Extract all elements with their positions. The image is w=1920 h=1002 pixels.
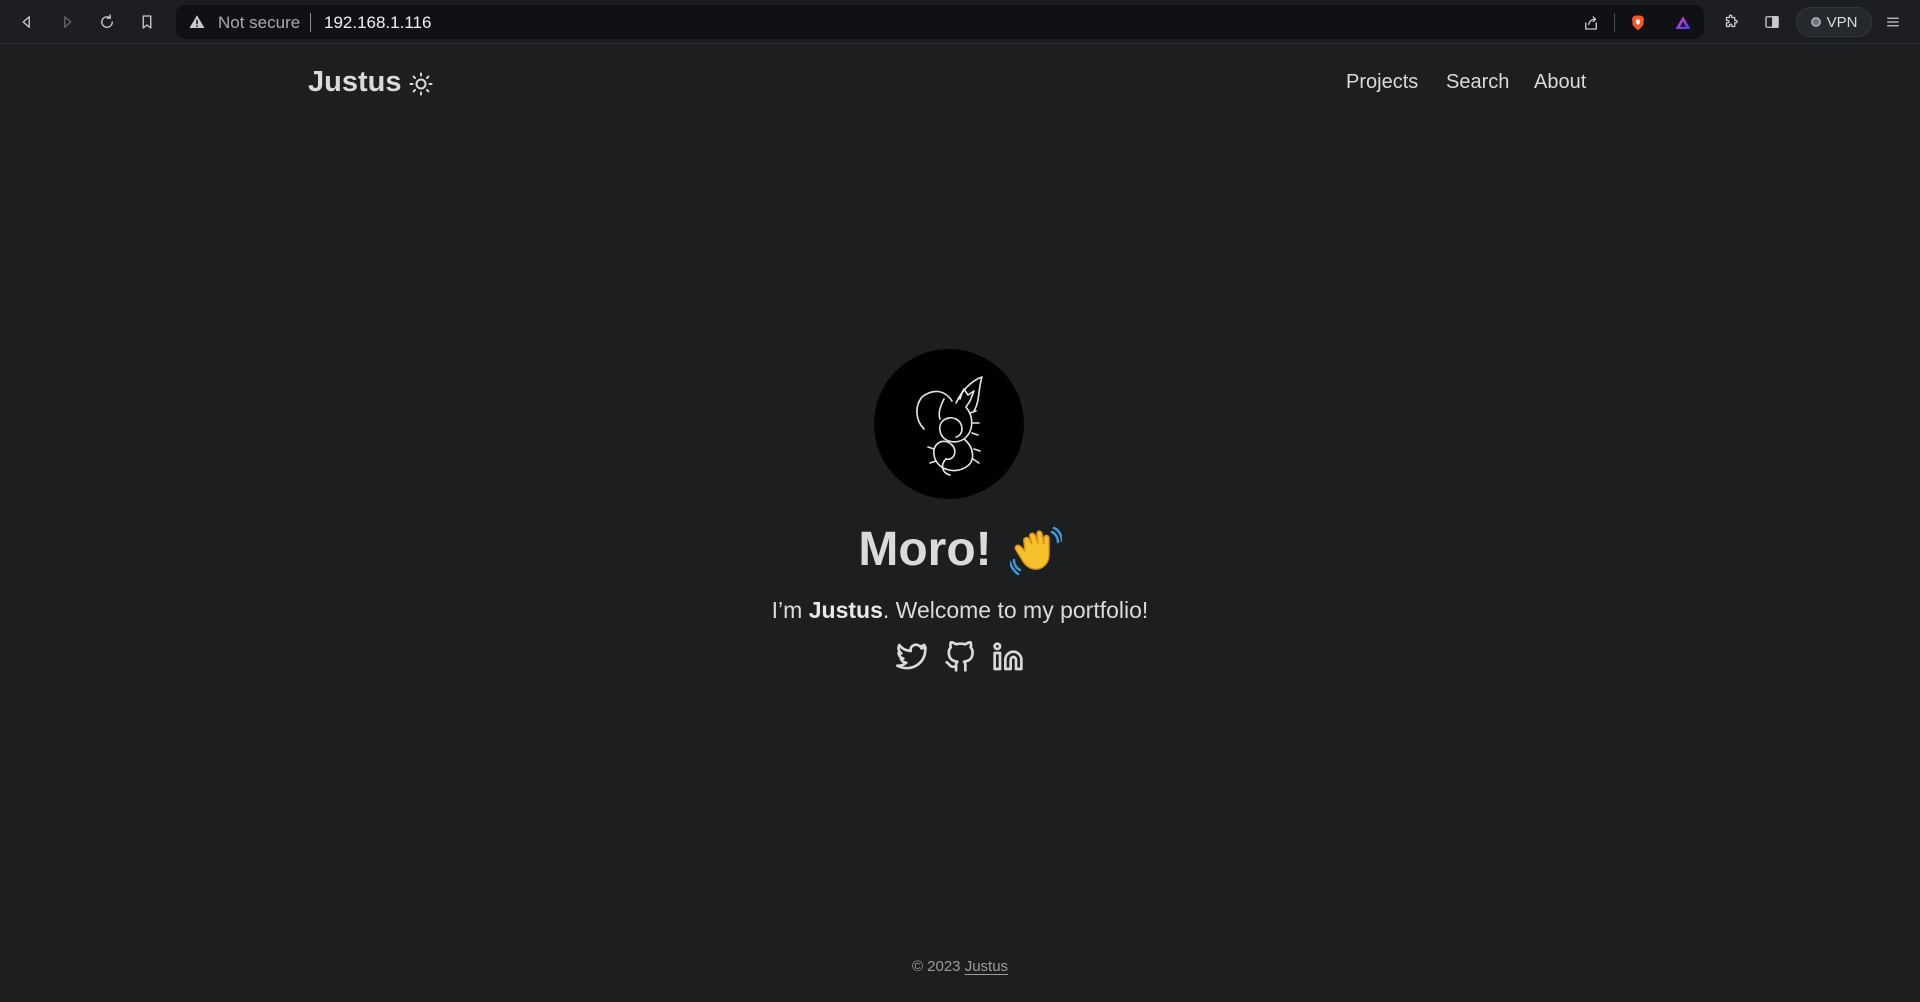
vpn-label: VPN [1826, 13, 1858, 31]
github-icon[interactable] [943, 640, 977, 674]
footer-author-link[interactable]: Justus [965, 958, 1008, 975]
intro-prefix: I’m [771, 597, 809, 623]
profile-avatar [874, 349, 1024, 499]
vpn-status-icon [1810, 17, 1821, 27]
brave-rewards-icon[interactable] [1672, 12, 1694, 34]
nav-search[interactable]: Search [1446, 71, 1509, 94]
menu-icon[interactable] [1880, 9, 1906, 35]
intro-name: Justus [808, 597, 883, 623]
site-logo[interactable]: Justus [308, 66, 401, 99]
greeting-heading: Moro! [0, 522, 1920, 577]
sun-icon[interactable] [409, 72, 433, 96]
bookmark-icon[interactable] [134, 9, 160, 35]
share-icon[interactable] [1580, 12, 1602, 34]
extensions-icon[interactable] [1718, 9, 1744, 35]
twitter-icon[interactable] [895, 640, 929, 674]
social-links [0, 640, 1920, 674]
intro-text: I’m Justus. Welcome to my portfolio! [0, 597, 1920, 624]
divider [1614, 13, 1615, 32]
forward-icon[interactable] [54, 9, 80, 35]
nav-projects[interactable]: Projects [1346, 71, 1418, 94]
linkedin-icon[interactable] [991, 640, 1025, 674]
back-icon[interactable] [14, 9, 40, 35]
security-status[interactable]: Not secure [218, 13, 300, 33]
address-bar[interactable]: Not secure 192.168.1.116 [176, 5, 1704, 39]
url-text[interactable]: 192.168.1.116 [324, 13, 431, 33]
warning-icon[interactable] [188, 13, 206, 31]
greeting-text: Moro! [858, 523, 992, 576]
intro-suffix: . Welcome to my portfolio! [882, 597, 1149, 623]
sidebar-icon[interactable] [1759, 9, 1785, 35]
footer: © 2023 Justus [0, 958, 1920, 975]
copyright-text: © 2023 [911, 958, 961, 975]
dragon-logo [916, 376, 983, 476]
browser-toolbar: Not secure 192.168.1.116 VPN [0, 0, 1920, 44]
nav-about[interactable]: About [1534, 71, 1586, 94]
brave-shields-icon[interactable] [1627, 12, 1649, 34]
reload-icon[interactable] [94, 9, 120, 35]
vpn-button[interactable]: VPN [1796, 7, 1872, 37]
waving-hand-icon [1008, 524, 1063, 576]
divider [310, 13, 311, 32]
